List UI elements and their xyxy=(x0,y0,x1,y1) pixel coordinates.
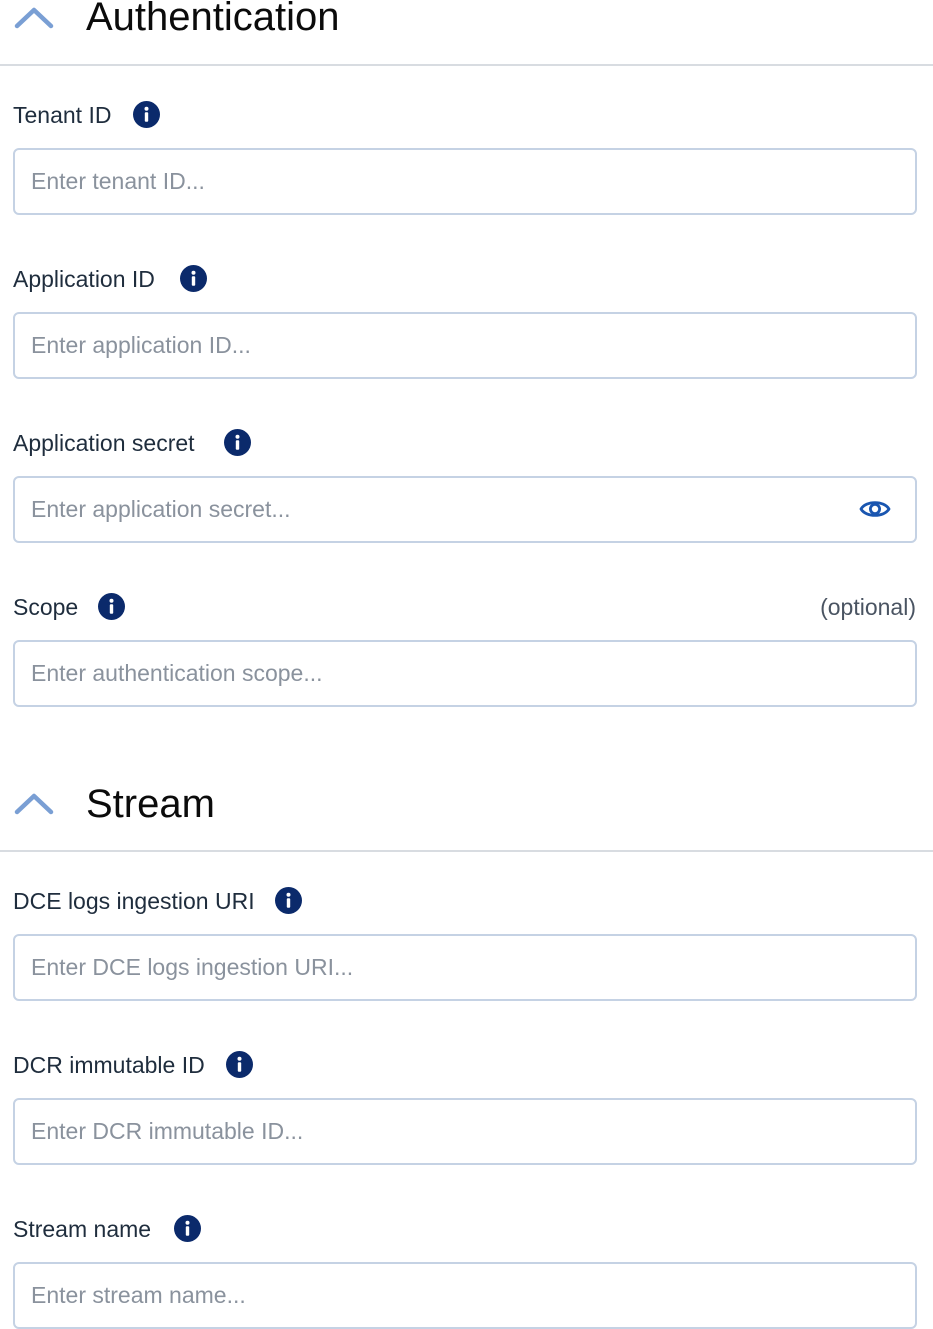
field-label-row: Tenant ID xyxy=(13,100,916,130)
tenant-id-input[interactable] xyxy=(31,150,851,213)
info-icon[interactable] xyxy=(98,593,125,620)
application-id-field[interactable] xyxy=(13,312,917,379)
field-label-row: Application secret xyxy=(13,428,916,458)
dce-logs-ingestion-uri-field[interactable] xyxy=(13,934,917,1001)
field-label-row: Stream name xyxy=(13,1214,916,1244)
optional-label: (optional) xyxy=(820,594,916,620)
info-icon[interactable] xyxy=(226,1051,253,1078)
field-label-row: Scope (optional) xyxy=(13,592,916,622)
application-id-input[interactable] xyxy=(31,314,851,377)
section-title: Authentication xyxy=(86,0,340,39)
field-label-row: DCR immutable ID xyxy=(13,1050,916,1080)
field-label-row: DCE logs ingestion URI xyxy=(13,886,916,916)
field-label: DCE logs ingestion URI xyxy=(13,888,255,914)
info-icon[interactable] xyxy=(275,887,302,914)
section-header-stream: Stream xyxy=(0,782,933,852)
stream-name-input[interactable] xyxy=(31,1264,851,1327)
scope-input[interactable] xyxy=(31,642,851,705)
info-icon[interactable] xyxy=(133,101,160,128)
scope-field[interactable] xyxy=(13,640,917,707)
application-secret-field[interactable] xyxy=(13,476,917,543)
field-label: Application ID xyxy=(13,266,155,292)
tenant-id-field[interactable] xyxy=(13,148,917,215)
application-secret-input[interactable] xyxy=(31,478,851,541)
info-icon[interactable] xyxy=(174,1215,201,1242)
section-title: Stream xyxy=(86,782,215,826)
dce-logs-ingestion-uri-input[interactable] xyxy=(31,936,851,999)
field-label-row: Application ID xyxy=(13,264,916,294)
field-label: Application secret xyxy=(13,430,195,456)
dcr-immutable-id-field[interactable] xyxy=(13,1098,917,1165)
stream-name-field[interactable] xyxy=(13,1262,917,1329)
eye-icon[interactable] xyxy=(859,497,891,521)
section-header-authentication: Authentication xyxy=(0,0,933,66)
chevron-up-icon[interactable] xyxy=(14,790,54,818)
chevron-up-icon[interactable] xyxy=(14,4,54,32)
field-label: Tenant ID xyxy=(13,102,112,128)
info-icon[interactable] xyxy=(180,265,207,292)
info-icon[interactable] xyxy=(224,429,251,456)
field-label: DCR immutable ID xyxy=(13,1052,205,1078)
field-label: Stream name xyxy=(13,1216,152,1242)
field-label: Scope xyxy=(13,594,79,620)
dcr-immutable-id-input[interactable] xyxy=(31,1100,851,1163)
